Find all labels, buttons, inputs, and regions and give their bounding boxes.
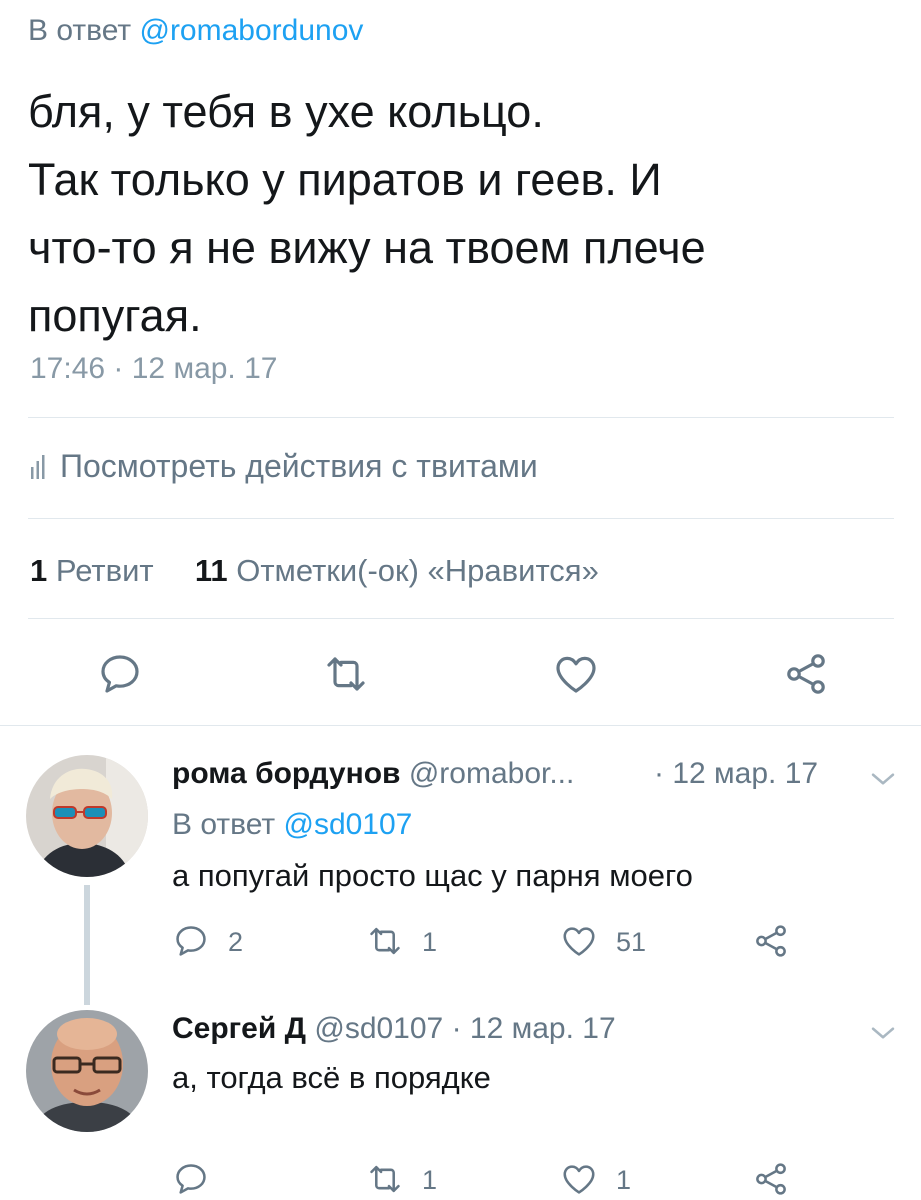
tweet-timestamp[interactable]: 17:46 · 12 мар. 17 <box>30 352 277 386</box>
thread-connector <box>84 885 90 1005</box>
retweet-icon[interactable] <box>322 650 370 698</box>
reply-prefix: В ответ <box>28 14 132 47</box>
divider <box>28 417 894 418</box>
avatar-photo <box>26 755 148 877</box>
author-handle: @sd0107 <box>314 1012 444 1045</box>
heart-icon[interactable] <box>560 922 598 960</box>
avatar-photo <box>26 1010 148 1132</box>
author-handle: @romabor... <box>408 757 575 790</box>
tweet-text-line: Так только у пиратов и геев. И <box>28 154 662 205</box>
avatar[interactable] <box>26 1010 148 1132</box>
retweet-icon[interactable] <box>366 922 404 960</box>
retweet-label: Ретвит <box>55 553 154 588</box>
share-icon[interactable] <box>752 1160 790 1198</box>
reply-count: 2 <box>228 927 244 957</box>
reply-prefix: В ответ <box>172 808 276 841</box>
like-count: 11 <box>194 553 228 588</box>
reply-context: В ответ @sd0107 <box>172 808 412 842</box>
retweet-icon[interactable] <box>366 1160 404 1198</box>
reply-context: В ответ @romabordunov <box>28 14 363 48</box>
chevron-down-icon[interactable] <box>866 762 900 796</box>
divider <box>28 518 894 519</box>
like-stat[interactable]: 11 Отметки(-ок) «Нравится» <box>195 553 599 588</box>
like-count: 1 <box>616 1165 632 1195</box>
divider <box>0 725 921 726</box>
reply-text: а попугай просто щас у парня моего <box>172 858 693 893</box>
reply-date[interactable]: · 12 мар. 17 <box>654 757 818 790</box>
reply-date[interactable]: · 12 мар. 17 <box>452 1012 616 1045</box>
tweet-text: бля, у тебя в ухе кольцо. Так только у п… <box>28 78 888 350</box>
tweet-text-line: попугая. <box>28 290 202 341</box>
heart-icon[interactable] <box>552 650 600 698</box>
analytics-link[interactable]: Посмотреть действия с твитами <box>30 448 538 485</box>
reply-icon[interactable] <box>172 922 210 960</box>
retweet-count: 1 <box>30 553 48 588</box>
avatar[interactable] <box>26 755 148 877</box>
analytics-label: Посмотреть действия с твитами <box>60 448 538 484</box>
reply-handle-link[interactable]: @sd0107 <box>283 808 412 841</box>
share-icon[interactable] <box>752 922 790 960</box>
like-count: 51 <box>616 927 647 957</box>
reply-author[interactable]: рома бордунов @romabor... <box>172 757 574 791</box>
reply-text: а, тогда всё в порядке <box>172 1060 491 1095</box>
reply-date-row: · 12 мар. 17 <box>654 757 818 791</box>
reply-icon[interactable] <box>96 650 144 698</box>
reply-handle-link[interactable]: @romabordunov <box>139 14 363 47</box>
divider <box>28 618 894 619</box>
bar-chart-icon <box>31 454 45 479</box>
retweet-count: 1 <box>422 1165 438 1195</box>
tweet-text-line: что-то я не вижу на твоем плече <box>28 222 706 273</box>
reply-icon[interactable] <box>172 1160 210 1198</box>
share-icon[interactable] <box>782 650 830 698</box>
author-name: Сергей Д <box>172 1012 307 1045</box>
tweet-stats: 1 Ретвит 11 Отметки(-ок) «Нравится» <box>30 553 599 589</box>
like-label: Отметки(-ок) «Нравится» <box>236 553 599 588</box>
tweet-text-line: бля, у тебя в ухе кольцо. <box>28 86 544 137</box>
chevron-down-icon[interactable] <box>866 1016 900 1050</box>
author-name: рома бордунов <box>172 757 401 790</box>
heart-icon[interactable] <box>560 1160 598 1198</box>
retweet-stat[interactable]: 1 Ретвит <box>30 553 154 588</box>
reply-author[interactable]: Сергей Д @sd0107 · 12 мар. 17 <box>172 1012 616 1046</box>
retweet-count: 1 <box>422 927 438 957</box>
